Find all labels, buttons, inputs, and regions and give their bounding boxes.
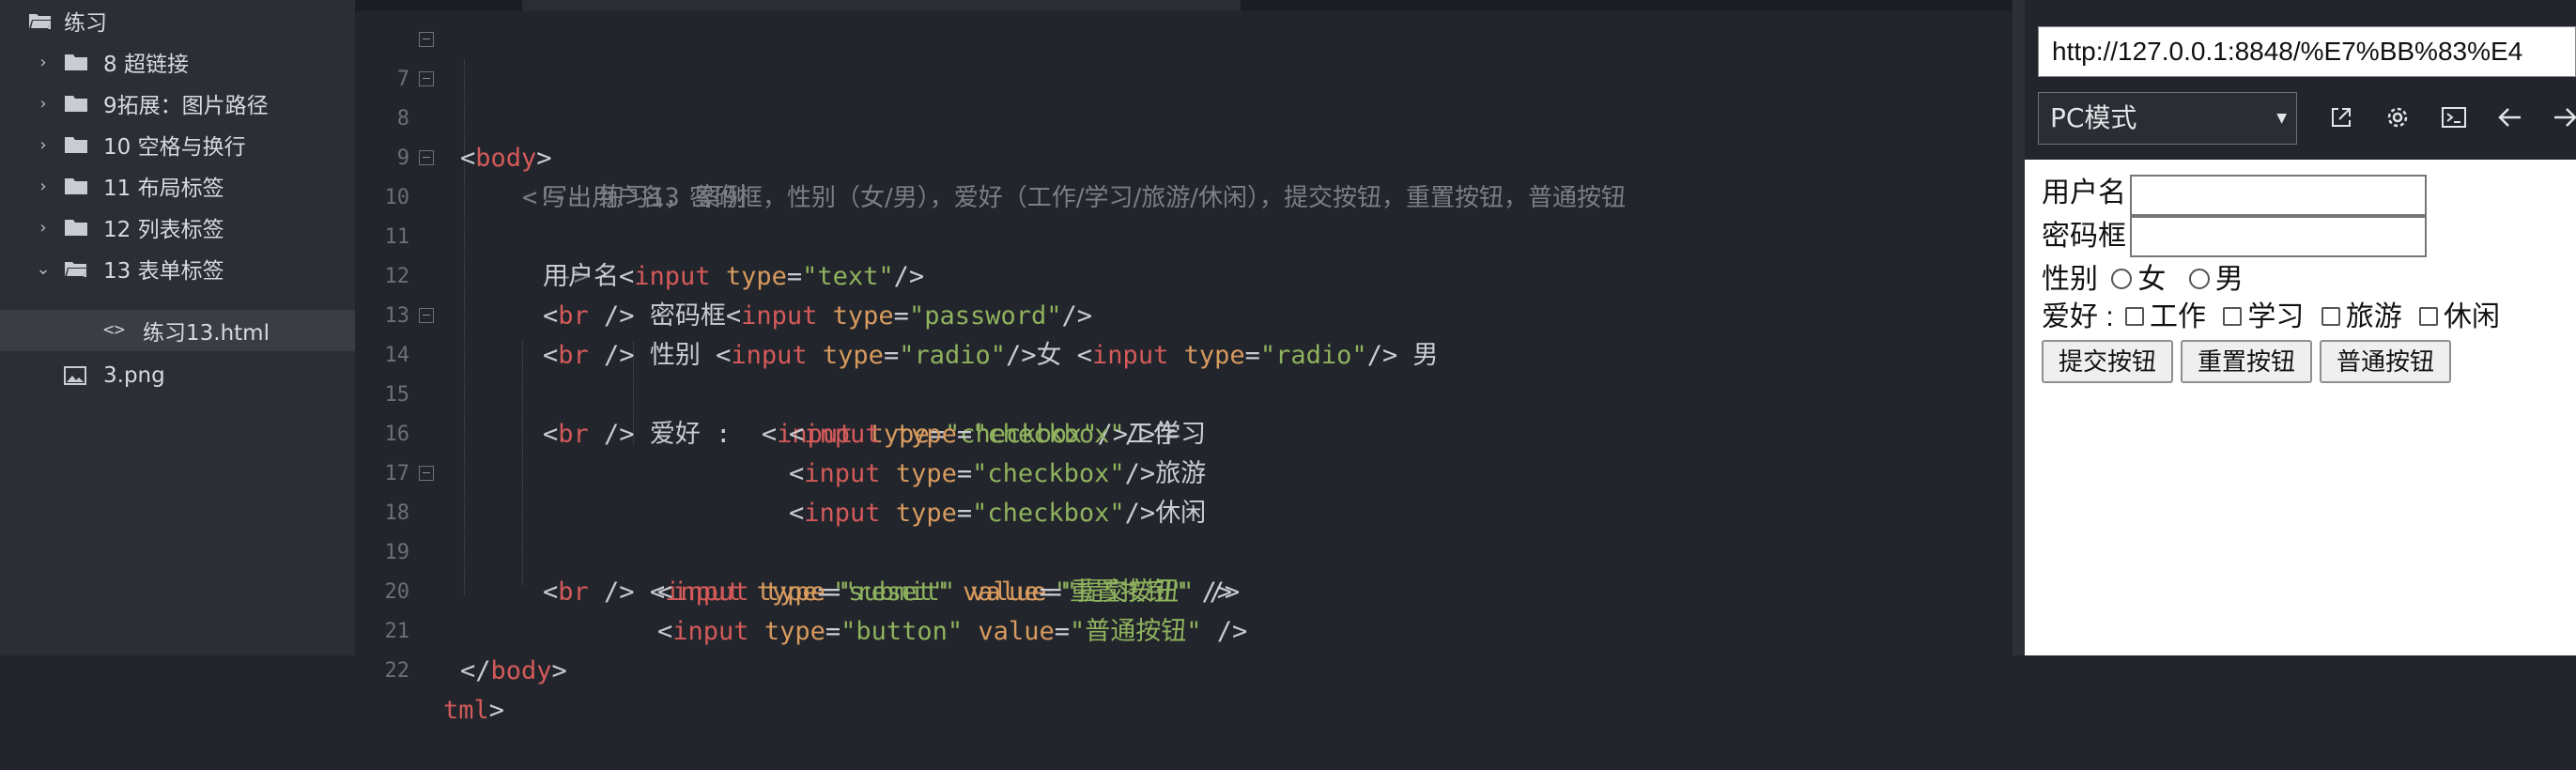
tree-item-label: 13 表单标签 — [103, 259, 224, 284]
hobby-label: 爱好 : — [2042, 301, 2114, 332]
gender-row: 性别 女 男 — [2042, 261, 2244, 299]
username-row: 用户名 — [2042, 175, 2126, 212]
code-text: tml> — [443, 696, 505, 725]
url-input[interactable]: http://127.0.0.1:8848/%E7%BB%83%E4 — [2038, 26, 2576, 77]
username-label: 用户名 — [2042, 177, 2126, 208]
tree-item-label: 练习13.html — [143, 321, 270, 346]
terminal-icon[interactable] — [2438, 101, 2470, 133]
submit-button[interactable]: 提交按钮 — [2042, 340, 2174, 383]
checkbox-hobby[interactable] — [2419, 307, 2439, 327]
mode-select[interactable]: PC模式 ▼ — [2038, 92, 2297, 145]
username-input[interactable] — [2130, 175, 2427, 216]
folder-open-icon — [28, 11, 53, 30]
back-arrow-icon[interactable] — [2494, 101, 2526, 133]
checkbox-hobby[interactable] — [2125, 307, 2145, 327]
code-line[interactable]: 11 用户名<input type="text"/> — [355, 178, 2025, 291]
code-line[interactable]: 10 --> — [355, 139, 2025, 291]
caret-down-icon: ▼ — [2276, 111, 2287, 126]
folder-open-icon — [64, 259, 88, 278]
line-number: 22 — [384, 659, 410, 683]
chevron-right-icon: › — [39, 52, 47, 72]
tree-item-label: 9拓展：图片路径 — [103, 94, 269, 118]
tree-item-label: 10 空格与换行 — [103, 135, 246, 160]
hobby-label-item: 学习 — [2247, 301, 2305, 332]
preview-toolbar: http://127.0.0.1:8848/%E7%BB%83%E4 PC模式 … — [2025, 0, 2576, 160]
external-link-icon[interactable] — [2325, 101, 2357, 133]
tree-item-folder[interactable]: › 8 超链接 — [0, 41, 355, 83]
radio-female[interactable] — [2111, 269, 2133, 290]
code-line[interactable]: 21 </body> — [355, 573, 2025, 685]
hobby-label-item: 工作 — [2150, 301, 2207, 332]
password-input[interactable] — [2130, 216, 2427, 257]
reset-button[interactable]: 重置按钮 — [2181, 340, 2313, 383]
tree-item-folder[interactable]: › 11 布局标签 — [0, 165, 355, 207]
code-line[interactable]: 14 <br /> 爱好 : <input type="checkbox"/>工… — [355, 297, 2025, 449]
code-line[interactable]: 19 <input type="reset" value="重置按钮" /> — [355, 494, 2025, 607]
forward-arrow-icon[interactable] — [2549, 101, 2576, 133]
code-line[interactable]: 20 <input type="button" value="普通按钮" /> — [355, 533, 2025, 646]
file-explorer: 练习 › 8 超链接 › 9拓展：图片路径 › 10 空格与换行 › 11 布局… — [0, 0, 355, 655]
female-label: 女 — [2137, 264, 2167, 295]
code-line[interactable]: 12 <br /> 密码框<input type="password"/> — [355, 218, 2025, 331]
fold-toggle-icon[interactable] — [419, 32, 434, 47]
code-line[interactable]: 18 <br /> <input type="submit" value="提交… — [355, 454, 2025, 607]
image-file-icon — [64, 366, 88, 387]
normal-button[interactable]: 普通按钮 — [2320, 340, 2452, 383]
code-line[interactable]: 16 <input type="checkbox"/>旅游 — [355, 376, 2025, 488]
tree-item-folder[interactable]: › 10 空格与换行 — [0, 124, 355, 165]
code-line[interactable]: 22 tml> — [355, 612, 2025, 725]
chevron-right-icon: › — [39, 134, 47, 155]
code-text: </body> — [460, 656, 567, 685]
chevron-right-icon: › — [39, 176, 47, 196]
folder-icon — [64, 135, 88, 154]
html-file-icon: <> — [103, 319, 125, 340]
gear-icon[interactable] — [2382, 101, 2414, 133]
tree-root-label: 练习 — [64, 11, 107, 36]
code-editor[interactable]: 7 <body> 8 <!-- 练习13 案例 9 写出用户名，密码框，性别（女… — [355, 0, 2025, 725]
tab-active[interactable] — [522, 0, 1241, 11]
vertical-scrollbar[interactable] — [2013, 0, 2025, 655]
tree-item-label: 11 布局标签 — [103, 177, 224, 201]
folder-icon — [64, 94, 88, 113]
code-line[interactable]: 9 写出用户名，密码框，性别（女/男），爱好（工作/学习/旅游/休闲），提交按钮… — [355, 100, 2025, 212]
tree-item-folder-expanded[interactable]: ⌄ 13 表单标签 — [0, 248, 355, 289]
checkbox-hobby[interactable] — [2223, 307, 2243, 327]
checkbox-hobby[interactable] — [2321, 307, 2340, 327]
tree-item-label: 8 超链接 — [103, 53, 189, 77]
tree-root-folder[interactable]: 练习 — [0, 0, 355, 41]
tree-item-folder[interactable]: › 12 列表标签 — [0, 207, 355, 248]
code-line[interactable]: 15 <input type="checkbox"/>学习 — [355, 336, 2025, 449]
hobby-row: 爱好 : 工作 学习 旅游 休闲 — [2042, 299, 2500, 336]
folder-icon — [64, 177, 88, 195]
password-label: 密码框 — [2042, 221, 2126, 252]
fold-toggle-icon[interactable] — [419, 71, 434, 86]
chevron-down-icon: ⌄ — [36, 258, 51, 279]
password-row: 密码框 — [2042, 218, 2126, 255]
browser-preview: http://127.0.0.1:8848/%E7%BB%83%E4 PC模式 … — [2025, 0, 2576, 655]
hobby-label-item: 休闲 — [2444, 301, 2501, 332]
code-line[interactable]: 8 <!-- 练习13 案例 — [355, 60, 2025, 212]
male-label: 男 — [2214, 264, 2244, 295]
folder-icon — [64, 218, 88, 237]
tree-item-file[interactable]: 3.png — [0, 355, 355, 396]
radio-male[interactable] — [2188, 269, 2210, 290]
tree-item-label: 3.png — [103, 363, 165, 388]
fold-toggle-icon[interactable] — [419, 466, 434, 481]
chevron-right-icon: › — [39, 93, 47, 114]
code-line[interactable]: 17 <input type="checkbox"/>休闲 — [355, 415, 2025, 528]
tree-item-folder[interactable]: › 9拓展：图片路径 — [0, 83, 355, 124]
mode-select-value: PC模式 — [2050, 102, 2137, 133]
tree-item-label: 12 列表标签 — [103, 218, 224, 242]
chevron-right-icon: › — [39, 217, 47, 238]
button-row: 提交按钮 重置按钮 普通按钮 — [2042, 340, 2568, 387]
tree-item-file-active[interactable]: <> 练习13.html — [0, 310, 355, 351]
gender-label: 性别 — [2042, 264, 2098, 295]
code-line[interactable]: 7 <body> — [355, 21, 2025, 173]
fold-toggle-icon[interactable] — [419, 150, 434, 165]
code-line[interactable]: 13 <br /> 性别 <input type="radio"/>女 <inp… — [355, 257, 2025, 370]
folder-icon — [64, 53, 88, 71]
fold-toggle-icon[interactable] — [419, 308, 434, 323]
hobby-label-item: 旅游 — [2345, 301, 2402, 332]
